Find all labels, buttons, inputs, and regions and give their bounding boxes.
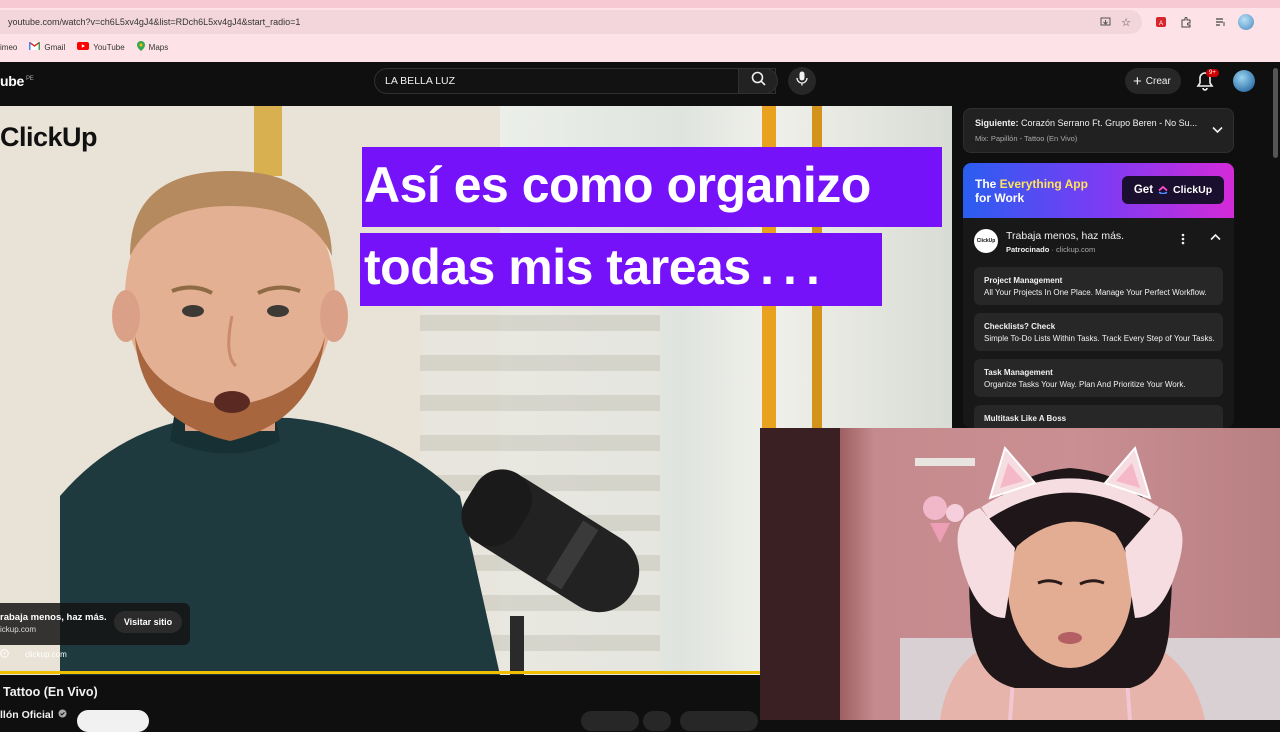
- voice-search-button[interactable]: [788, 67, 816, 95]
- search-input[interactable]: LA BELLA LUZ ✕: [374, 68, 776, 94]
- get-clickup-button[interactable]: Get ClickUp: [1122, 176, 1224, 204]
- mix-label: Mix: Papillón - Tattoo (En Vivo): [975, 134, 1078, 143]
- sitelink-item[interactable]: Task Management Organize Tasks Your Way.…: [974, 359, 1223, 397]
- chevron-down-icon[interactable]: [1212, 123, 1223, 137]
- sponsor-subline: Patrocinado · clickup.com: [1006, 245, 1095, 254]
- get-label: Get: [1133, 184, 1154, 196]
- banner-highlight: Everything App: [999, 177, 1088, 191]
- install-icon[interactable]: [1098, 15, 1112, 29]
- maps-icon: [136, 41, 145, 53]
- headline-line-1: Así es como organizo: [364, 157, 871, 213]
- address-url: youtube.com/watch?v=ch6L5xv4gJ4&list=RDc…: [8, 17, 301, 27]
- youtube-logo[interactable]: ube PE: [0, 73, 34, 89]
- profile-avatar[interactable]: [1238, 14, 1254, 30]
- clickup-logo-icon: [1158, 184, 1168, 197]
- video-progress-bar[interactable]: [0, 671, 760, 674]
- channel-name[interactable]: llón Oficial: [0, 709, 67, 721]
- youtube-logo-text: ube: [0, 73, 24, 89]
- bookmark-vimeo[interactable]: imeo: [0, 43, 17, 52]
- clickup-brand-logo: ClickUp: [0, 122, 98, 152]
- bookmark-gmail[interactable]: Gmail: [28, 41, 66, 52]
- search-value: LA BELLA LUZ: [385, 75, 456, 87]
- extensions-puzzle-icon[interactable]: [1179, 15, 1193, 29]
- sitelink-description: All Your Projects In One Place. Manage Y…: [984, 288, 1207, 297]
- create-button[interactable]: + Crear: [1125, 68, 1181, 94]
- microphone-prop: [461, 469, 640, 675]
- ad-overlay-domain: ickup.com: [0, 625, 37, 634]
- channel-name-label: llón Oficial: [0, 709, 54, 721]
- sitelink-description: Simple To-Do Lists Within Tasks. Track E…: [984, 334, 1215, 343]
- banner-headline: The Everything App for Work: [975, 177, 1088, 205]
- video-title: Tattoo (En Vivo): [3, 685, 98, 699]
- bookmark-star-icon[interactable]: ☆: [1119, 15, 1133, 29]
- ad-overlay-title: rabaja menos, haz más.: [0, 612, 107, 623]
- sitelink-title: Project Management: [984, 276, 1063, 285]
- sitelink-title: Multitask Like A Boss: [984, 414, 1067, 423]
- sponsor-banner[interactable]: The Everything App for Work Get ClickUp: [963, 163, 1234, 218]
- bookmark-maps-label: Maps: [148, 42, 169, 52]
- sitelink-item[interactable]: Checklists? Check Simple To-Do Lists Wit…: [974, 313, 1223, 351]
- sponsor-panel: ClickUp Trabaja menos, haz más. Patrocin…: [963, 218, 1234, 443]
- search-icon: [751, 71, 766, 91]
- banner-text-2: for Work: [975, 191, 1025, 205]
- sponsor-domain: · clickup.com: [1049, 245, 1096, 254]
- notification-badge: 9+: [1206, 69, 1219, 77]
- svg-text:A: A: [1159, 21, 1163, 27]
- bookmark-youtube-label: YouTube: [93, 42, 125, 52]
- scrollbar-thumb[interactable]: [1273, 68, 1278, 158]
- youtube-header: ubePE LA BELLA LUZ ✕ + Crear 9+: [0, 62, 1280, 106]
- playlist-next-card[interactable]: Siguiente: Corazón Serrano Ft. Grupo Ber…: [963, 108, 1234, 153]
- sponsored-tag: Patrocinado: [1006, 245, 1050, 254]
- youtube-icon: [77, 42, 90, 52]
- next-label: Siguiente:: [975, 118, 1019, 128]
- subscribe-button[interactable]: [77, 710, 149, 732]
- headline-line-2: todas mis tareas . . .: [364, 239, 820, 295]
- media-queue-icon[interactable]: [1214, 15, 1228, 29]
- webcam-room-door: [760, 428, 840, 720]
- bookmark-gmail-label: Gmail: [44, 42, 66, 52]
- streamer-illustration: [940, 445, 1205, 720]
- banner-text-1: The: [975, 177, 1000, 191]
- sponsor-title[interactable]: Trabaja menos, haz más.: [1006, 230, 1124, 242]
- ad-bottom-domain[interactable]: clickup.com: [25, 650, 67, 659]
- verified-icon: [58, 709, 67, 721]
- extension-pdf-icon[interactable]: A: [1154, 15, 1168, 29]
- sponsor-logo[interactable]: ClickUp: [974, 229, 998, 253]
- browser-chrome: youtube.com/watch?v=ch6L5xv4gJ4&list=RDc…: [0, 0, 1280, 62]
- webcam-overlay: [760, 428, 1280, 720]
- next-title: Corazón Serrano Ft. Grupo Beren - No Su.…: [1021, 118, 1198, 128]
- banner-brand: ClickUp: [1173, 184, 1213, 196]
- region-code: PE: [26, 76, 34, 83]
- share-button[interactable]: [680, 711, 758, 731]
- plus-icon: +: [1133, 72, 1142, 90]
- visit-site-button[interactable]: Visitar sitio: [114, 611, 182, 633]
- chevron-up-icon[interactable]: [1210, 232, 1221, 244]
- search-button[interactable]: [738, 68, 778, 94]
- info-icon[interactable]: [0, 649, 9, 660]
- ad-overlay-card[interactable]: rabaja menos, haz más. ickup.com Visitar…: [0, 603, 190, 645]
- create-label: Crear: [1145, 75, 1171, 87]
- account-avatar[interactable]: [1233, 70, 1255, 92]
- sitelink-title: Task Management: [984, 368, 1053, 377]
- playlist-next-line: Siguiente: Corazón Serrano Ft. Grupo Ber…: [975, 118, 1203, 128]
- tab-strip: [0, 0, 1280, 8]
- microphone-icon: [796, 71, 808, 91]
- like-button[interactable]: [581, 711, 639, 731]
- bookmark-maps[interactable]: Maps: [136, 41, 169, 53]
- address-bar[interactable]: youtube.com/watch?v=ch6L5xv4gJ4&list=RDc…: [0, 10, 1142, 34]
- bookmarks-bar: imeo Gmail YouTube Maps: [0, 38, 168, 56]
- bookmark-vimeo-label: imeo: [0, 42, 18, 52]
- dislike-button[interactable]: [643, 711, 671, 731]
- more-options-icon[interactable]: [1181, 233, 1185, 248]
- sitelink-item[interactable]: Project Management All Your Projects In …: [974, 267, 1223, 305]
- sitelink-description: Organize Tasks Your Way. Plan And Priori…: [984, 380, 1186, 389]
- ad-info-row: clickup.com: [0, 649, 67, 660]
- bookmark-youtube[interactable]: YouTube: [77, 42, 125, 52]
- sitelink-title: Checklists? Check: [984, 322, 1056, 331]
- gmail-icon: [28, 41, 41, 52]
